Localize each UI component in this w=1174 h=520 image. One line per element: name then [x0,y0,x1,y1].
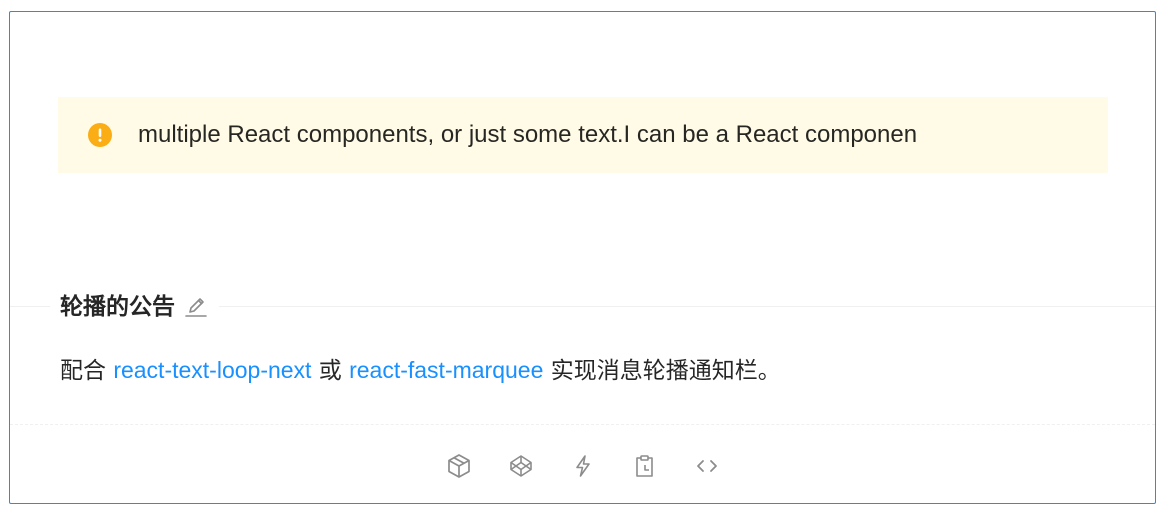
description-middle: 或 [311,358,350,384]
demo-card: multiple React components, or just some … [9,11,1156,504]
actions-divider [10,424,1155,425]
codepen-icon[interactable] [507,452,535,480]
demo-title-text: 轮播的公告 [60,294,175,320]
code-actions [10,448,1155,484]
react-text-loop-next-link[interactable]: react-text-loop-next [113,357,311,383]
react-fast-marquee-link[interactable]: react-fast-marquee [349,357,543,383]
demo-preview: multiple React components, or just some … [10,12,1155,306]
edit-icon[interactable] [183,294,209,320]
warning-alert: multiple React components, or just some … [58,97,1108,173]
alert-message: multiple React components, or just some … [138,121,918,148]
demo-description: 配合 react-text-loop-next 或 react-fast-mar… [60,354,781,387]
codesandbox-icon[interactable] [445,452,473,480]
description-prefix: 配合 [60,358,114,384]
code-expand-icon[interactable] [693,452,721,480]
demo-title: 轮播的公告 [50,292,219,322]
description-suffix: 实现消息轮播通知栏。 [543,358,781,384]
copy-icon[interactable] [631,452,659,480]
thunderbolt-icon[interactable] [569,452,597,480]
exclamation-circle-icon [88,123,112,147]
